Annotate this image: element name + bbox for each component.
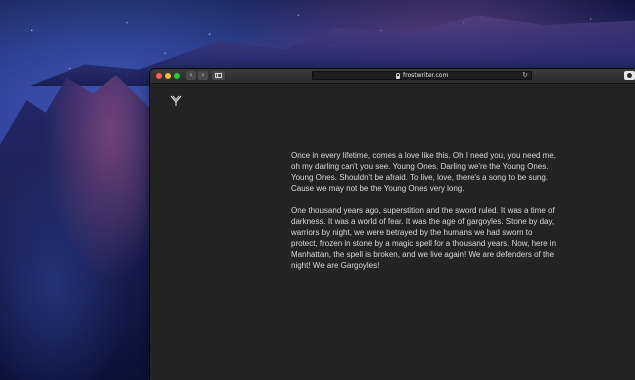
browser-toolbar: ‹ › frostwriter.com ↻ bbox=[150, 69, 635, 84]
zoom-window-button[interactable] bbox=[174, 73, 180, 79]
back-button[interactable]: ‹ bbox=[186, 71, 196, 80]
site-logo[interactable] bbox=[170, 95, 182, 107]
chevron-left-icon: ‹ bbox=[189, 71, 193, 79]
chevron-right-icon: › bbox=[201, 71, 205, 79]
forward-button[interactable]: › bbox=[198, 71, 208, 80]
article-paragraph-1: Once in every lifetime, comes a love lik… bbox=[291, 151, 557, 193]
browser-window: ‹ › frostwriter.com ↻ Once in every life… bbox=[150, 69, 635, 380]
sidebar-toggle-button[interactable] bbox=[212, 71, 225, 80]
article-paragraph-2: One thousand years ago, superstition and… bbox=[291, 206, 557, 270]
close-window-button[interactable] bbox=[156, 73, 162, 79]
url-text: frostwriter.com bbox=[403, 72, 449, 79]
sidebar-icon bbox=[215, 73, 222, 78]
extension-button[interactable] bbox=[624, 71, 635, 80]
address-bar[interactable]: frostwriter.com ↻ bbox=[312, 71, 532, 80]
reload-icon[interactable]: ↻ bbox=[522, 71, 528, 80]
page-viewport: Once in every lifetime, comes a love lik… bbox=[150, 84, 635, 380]
minimize-window-button[interactable] bbox=[165, 73, 171, 79]
lock-icon bbox=[396, 73, 400, 79]
article-content: Once in every lifetime, comes a love lik… bbox=[291, 150, 561, 282]
